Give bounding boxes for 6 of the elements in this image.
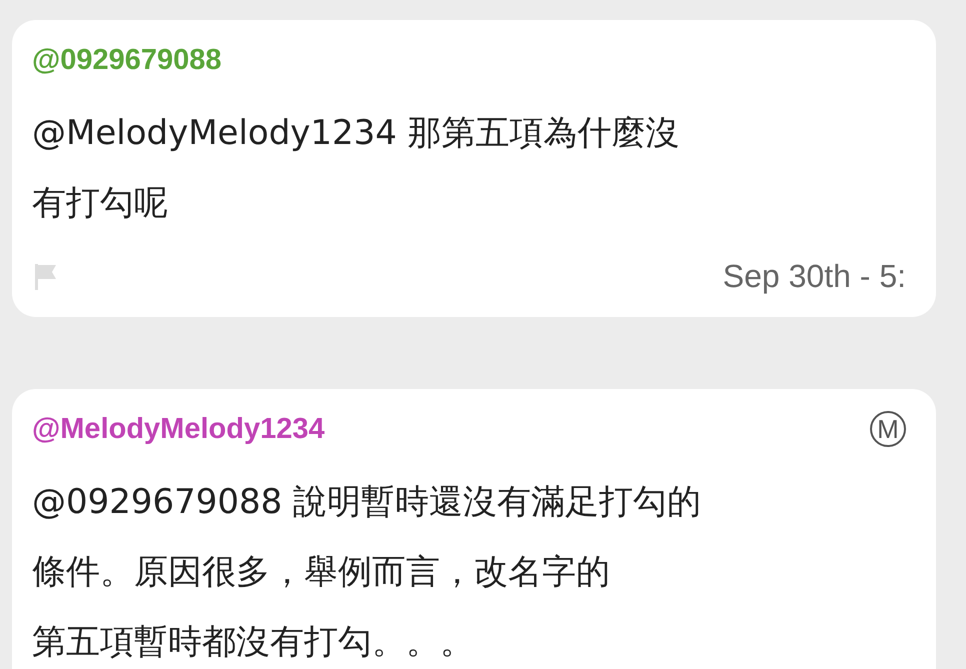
moderator-badge: M [870,411,906,447]
message-author[interactable]: @0929679088 [32,44,222,76]
message-time: Sep 30th - 5: [722,258,906,295]
message-text: @0929679088 說明暫時還沒有滿足打勾的 條件。原因很多，舉例而言，改名字的 第五項暫時都沒有打勾。。。 [32,481,702,664]
message-author[interactable]: @MelodyMelody1234 [32,412,325,446]
message-text: @MelodyMelody1234 那第五項為什麼沒 有打勾呢 [32,112,681,225]
